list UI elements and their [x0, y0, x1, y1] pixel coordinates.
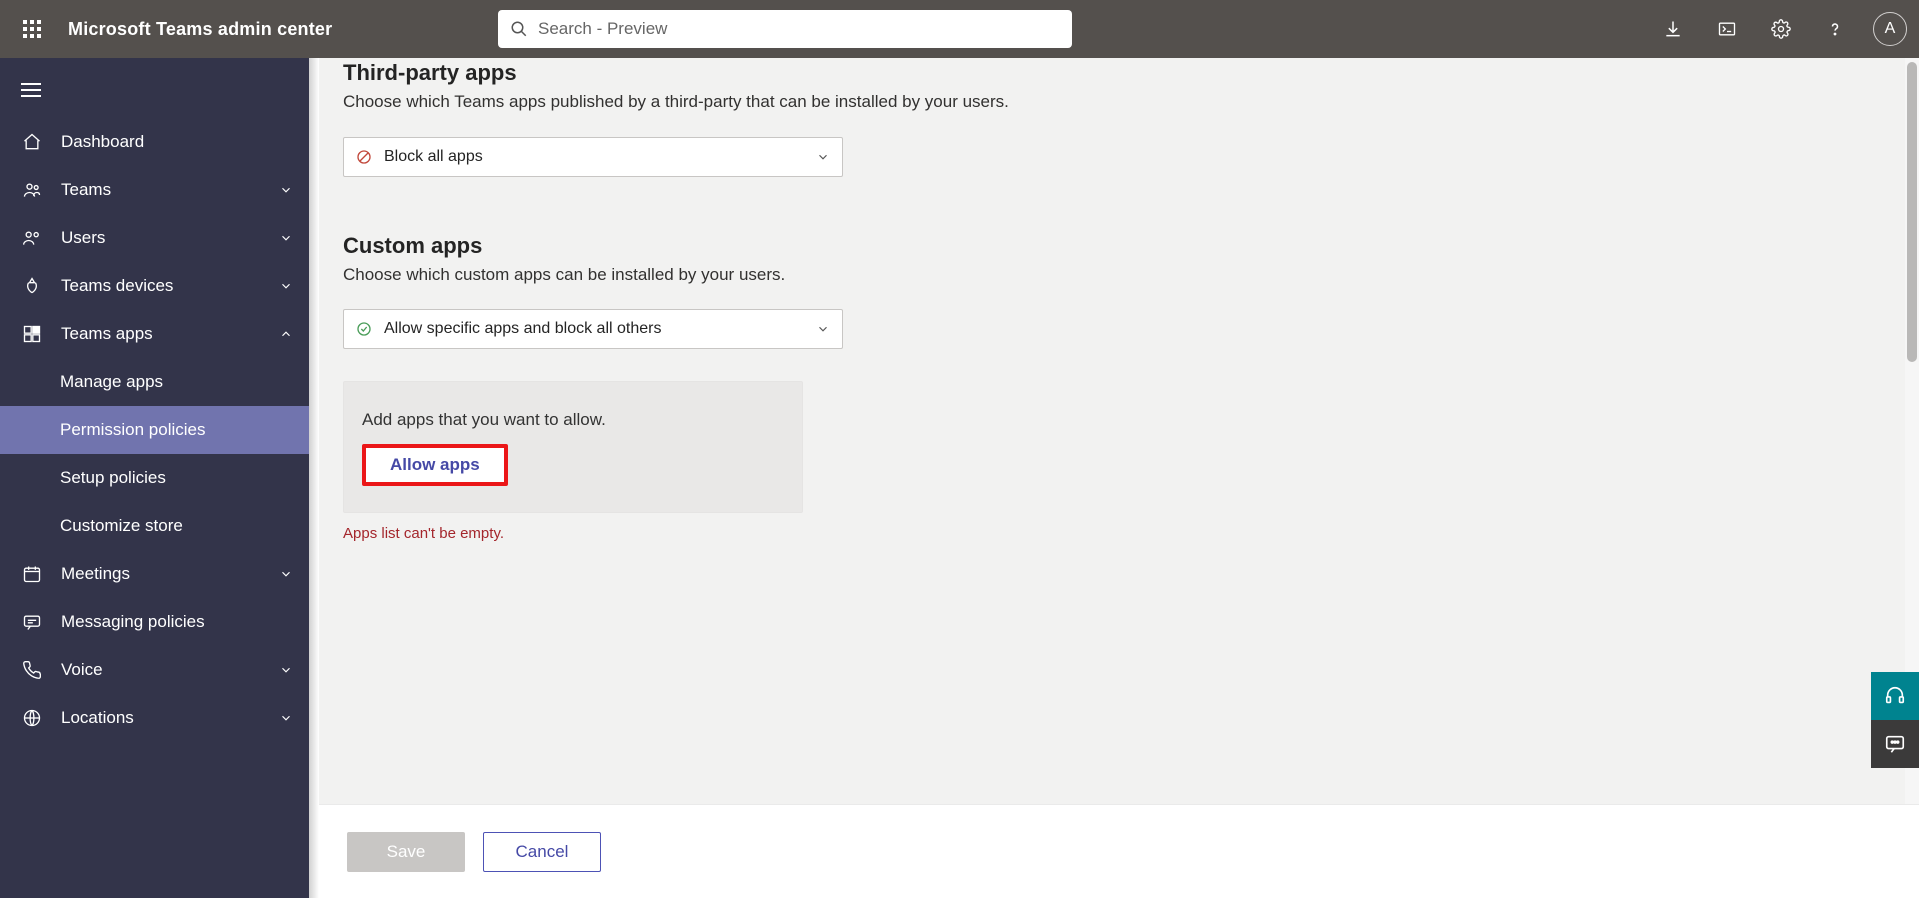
- allow-icon: [356, 321, 372, 337]
- sidebar-item-label: Users: [61, 228, 105, 248]
- phone-icon: [19, 660, 45, 680]
- custom-dropdown[interactable]: Allow specific apps and block all others: [343, 309, 843, 349]
- hamburger-icon[interactable]: [6, 68, 56, 112]
- chevron-down-icon: [279, 183, 293, 197]
- calendar-icon: [19, 564, 45, 584]
- error-text: Apps list can't be empty.: [343, 525, 1895, 542]
- sidebar-item-teams-devices[interactable]: Teams devices: [0, 262, 309, 310]
- sidebar-item-dashboard[interactable]: Dashboard: [0, 118, 309, 166]
- download-icon[interactable]: [1651, 7, 1695, 51]
- section-desc-third-party: Choose which Teams apps published by a t…: [343, 90, 1895, 115]
- sidebar-sub-label: Manage apps: [60, 372, 163, 392]
- third-party-dropdown[interactable]: Block all apps: [343, 137, 843, 177]
- chevron-down-icon: [279, 279, 293, 293]
- search-box[interactable]: [498, 10, 1072, 48]
- avatar-initial: A: [1885, 20, 1896, 38]
- allow-box: Add apps that you want to allow. Allow a…: [343, 381, 803, 513]
- chevron-down-icon: [816, 322, 830, 336]
- search-input[interactable]: [538, 19, 1060, 39]
- sidebar-item-messaging-policies[interactable]: Messaging policies: [0, 598, 309, 646]
- cancel-button[interactable]: Cancel: [483, 832, 601, 872]
- section-title-custom: Custom apps: [343, 233, 1895, 259]
- sidebar-sub-label: Permission policies: [60, 420, 206, 440]
- chevron-down-icon: [279, 711, 293, 725]
- search-icon: [510, 20, 528, 38]
- sidebar-item-users[interactable]: Users: [0, 214, 309, 262]
- help-icon[interactable]: [1813, 7, 1857, 51]
- chevron-up-icon: [279, 327, 293, 341]
- dropdown-value: Block all apps: [384, 148, 483, 166]
- shell-icon[interactable]: [1705, 7, 1749, 51]
- footer-bar: Save Cancel: [319, 804, 1919, 898]
- chevron-down-icon: [279, 567, 293, 581]
- waffle-icon[interactable]: [12, 9, 52, 49]
- chat-icon: [19, 612, 45, 632]
- home-icon: [19, 132, 45, 152]
- avatar[interactable]: A: [1873, 12, 1907, 46]
- sidebar-item-label: Dashboard: [61, 132, 144, 152]
- save-button[interactable]: Save: [347, 832, 465, 872]
- users-icon: [19, 228, 45, 248]
- gear-icon[interactable]: [1759, 7, 1803, 51]
- dropdown-value: Allow specific apps and block all others: [384, 320, 661, 338]
- apps-icon: [19, 324, 45, 344]
- main-content: Third-party apps Choose which Teams apps…: [319, 58, 1919, 898]
- sidebar-item-label: Voice: [61, 660, 103, 680]
- allow-apps-button[interactable]: Allow apps: [362, 444, 508, 486]
- sidebar-item-meetings[interactable]: Meetings: [0, 550, 309, 598]
- sidebar-sub-customize-store[interactable]: Customize store: [0, 502, 309, 550]
- sidebar-sub-manage-apps[interactable]: Manage apps: [0, 358, 309, 406]
- block-icon: [356, 149, 372, 165]
- allow-prompt: Add apps that you want to allow.: [362, 410, 784, 430]
- search-wrap: [498, 10, 1072, 48]
- sidebar-item-label: Teams: [61, 180, 111, 200]
- float-stack: [1871, 672, 1919, 768]
- sidebar-sub-label: Customize store: [60, 516, 183, 536]
- sidebar-item-label: Teams apps: [61, 324, 153, 344]
- sidebar-sub-label: Setup policies: [60, 468, 166, 488]
- sidebar-item-teams[interactable]: Teams: [0, 166, 309, 214]
- sidebar-sub-setup-policies[interactable]: Setup policies: [0, 454, 309, 502]
- sidebar-sub-permission-policies[interactable]: Permission policies: [0, 406, 309, 454]
- chevron-down-icon: [279, 231, 293, 245]
- chevron-down-icon: [279, 663, 293, 677]
- sidebar-item-teams-apps[interactable]: Teams apps: [0, 310, 309, 358]
- headset-icon[interactable]: [1871, 672, 1919, 720]
- sidebar-item-locations[interactable]: Locations: [0, 694, 309, 742]
- scrollbar-thumb[interactable]: [1907, 62, 1917, 362]
- sidebar-item-label: Locations: [61, 708, 134, 728]
- devices-icon: [19, 276, 45, 296]
- sidebar-item-voice[interactable]: Voice: [0, 646, 309, 694]
- sidebar-item-label: Messaging policies: [61, 612, 205, 632]
- sidebar-item-label: Teams devices: [61, 276, 173, 296]
- app-title: Microsoft Teams admin center: [68, 19, 332, 40]
- globe-icon: [19, 708, 45, 728]
- sidebar-item-label: Meetings: [61, 564, 130, 584]
- section-title-third-party: Third-party apps: [343, 60, 1895, 86]
- scrollbar[interactable]: [1905, 58, 1919, 898]
- sidebar: Dashboard Teams Users Teams device: [0, 58, 309, 898]
- top-bar: Microsoft Teams admin center A: [0, 0, 1919, 58]
- chevron-down-icon: [816, 150, 830, 164]
- section-desc-custom: Choose which custom apps can be installe…: [343, 263, 1895, 288]
- teams-icon: [19, 180, 45, 200]
- feedback-icon[interactable]: [1871, 720, 1919, 768]
- top-right: A: [1651, 7, 1907, 51]
